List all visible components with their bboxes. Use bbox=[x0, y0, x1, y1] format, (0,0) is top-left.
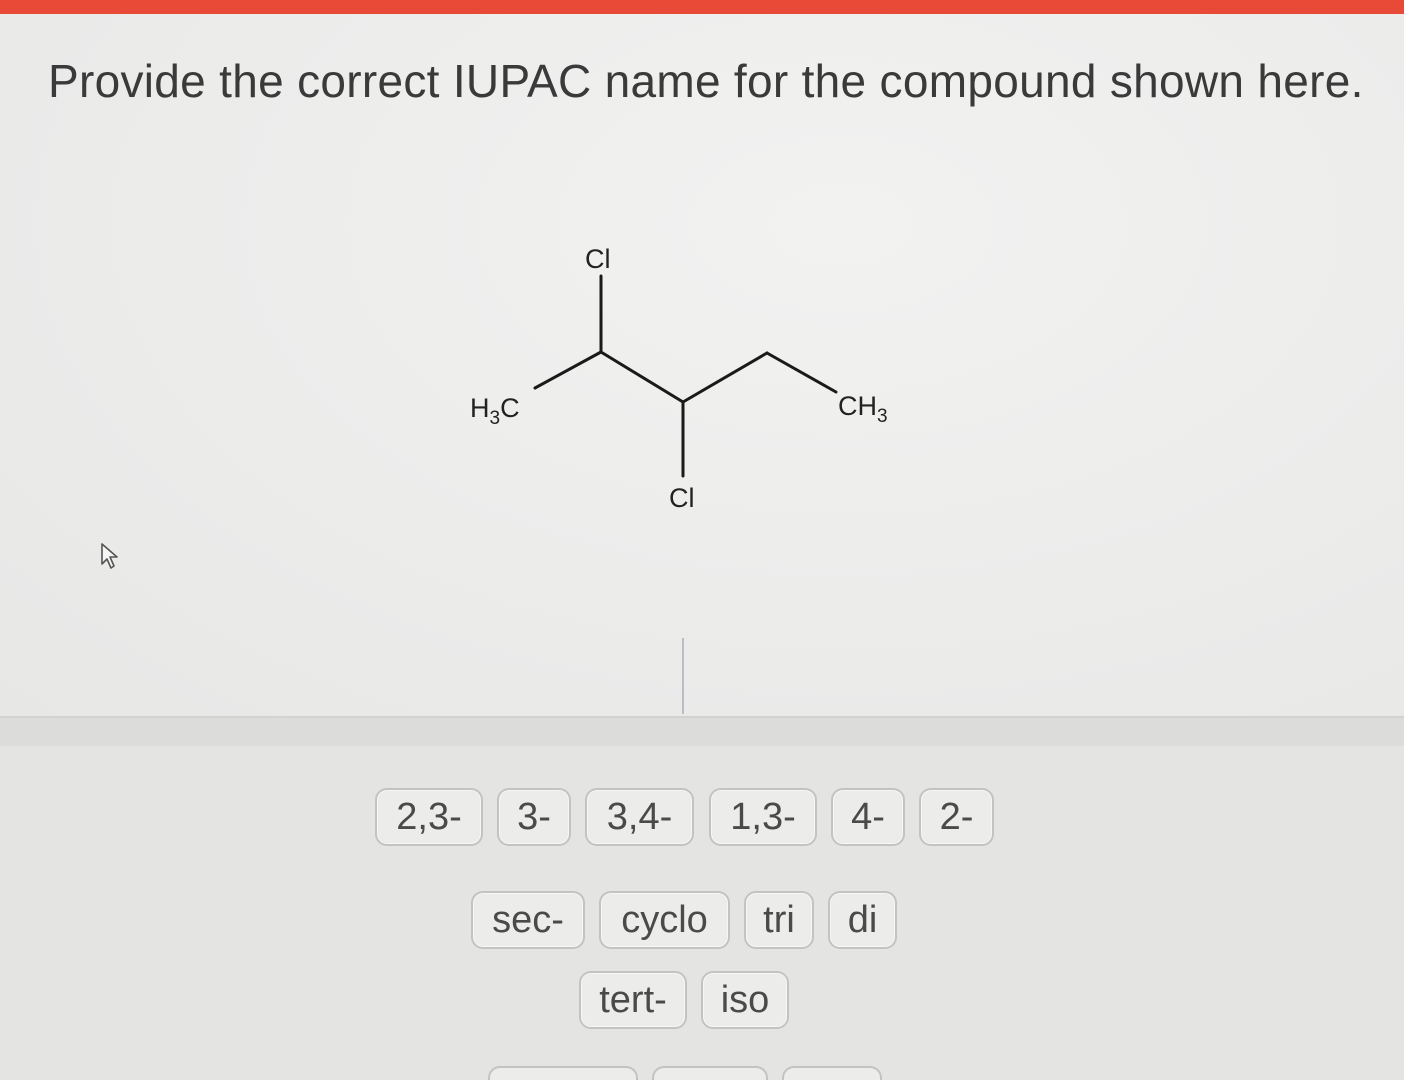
answer-divider bbox=[0, 716, 1404, 748]
tile-2-3-locant[interactable]: 2,3- bbox=[375, 788, 483, 846]
cl-top-label: Cl bbox=[585, 244, 611, 274]
tile-cyclo-prefix[interactable]: cyclo bbox=[599, 891, 730, 949]
tile-2-locant[interactable]: 2- bbox=[919, 788, 994, 846]
cl-bottom-label: Cl bbox=[669, 483, 695, 513]
tile-3-locant[interactable]: 3- bbox=[497, 788, 571, 846]
bond-c3-c4 bbox=[681, 351, 769, 404]
atom-labels: Cl Cl H3C CH3 bbox=[470, 244, 888, 513]
tile-sec-prefix[interactable]: sec- bbox=[471, 891, 585, 949]
partial-tile[interactable] bbox=[488, 1066, 638, 1080]
bonds bbox=[533, 274, 838, 478]
molecule-structure: Cl Cl H3C CH3 bbox=[470, 244, 888, 513]
partial-tile[interactable] bbox=[652, 1066, 768, 1080]
bond-c4-c5 bbox=[765, 351, 838, 394]
ch3-label: CH3 bbox=[838, 391, 888, 427]
tile-3-4-locant[interactable]: 3,4- bbox=[585, 788, 694, 846]
tile-1-3-locant[interactable]: 1,3- bbox=[709, 788, 817, 846]
tile-4-locant[interactable]: 4- bbox=[831, 788, 905, 846]
bond-c1-c2 bbox=[533, 350, 603, 390]
pointer-arrow-icon bbox=[101, 543, 118, 569]
bond-c2-c3 bbox=[599, 350, 685, 404]
tile-iso-prefix[interactable]: iso bbox=[701, 971, 789, 1029]
h3c-label: H3C bbox=[470, 393, 520, 429]
tile-di-prefix[interactable]: di bbox=[828, 891, 897, 949]
tile-tri-prefix[interactable]: tri bbox=[744, 891, 814, 949]
answer-drop-cursor bbox=[682, 638, 684, 714]
partial-tile[interactable] bbox=[782, 1066, 882, 1080]
tile-tert-prefix[interactable]: tert- bbox=[579, 971, 687, 1029]
